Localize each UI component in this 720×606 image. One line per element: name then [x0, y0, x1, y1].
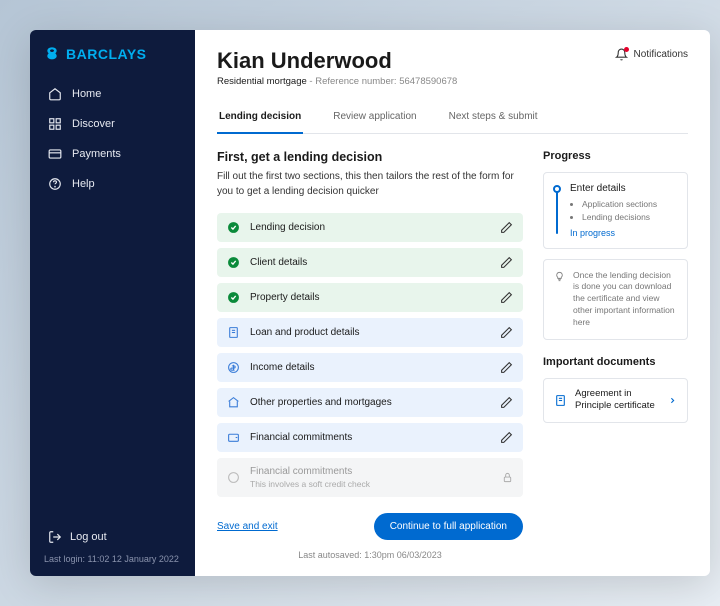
lock-icon: [502, 472, 513, 483]
progress-status: In progress: [570, 228, 677, 238]
pencil-icon: [500, 431, 513, 444]
notifications-label: Notifications: [634, 49, 688, 60]
ref-number: 56478590678: [399, 76, 457, 87]
home-icon: [48, 87, 62, 101]
item-label: Client details: [250, 257, 500, 268]
help-icon: [48, 177, 62, 191]
nav-label: Payments: [72, 148, 121, 160]
logout-button[interactable]: Log out: [44, 524, 181, 550]
applicant-name: Kian Underwood: [217, 48, 457, 74]
autosave-text: Last autosaved: 1:30pm 06/03/2023: [217, 550, 523, 560]
pencil-icon: [500, 291, 513, 304]
pencil-icon: [500, 256, 513, 269]
check-circle-icon: [227, 221, 240, 234]
checklist-item-other-properties[interactable]: Other properties and mortgages: [217, 388, 523, 417]
circle-icon: [227, 471, 240, 484]
tab-lending-decision[interactable]: Lending decision: [217, 103, 303, 134]
nav-discover[interactable]: Discover: [44, 110, 181, 138]
item-label: Other properties and mortgages: [250, 397, 500, 408]
progress-step: Enter details: [570, 183, 677, 194]
checklist-item-lending[interactable]: Lending decision: [217, 213, 523, 242]
product-subline: Residential mortgage - Reference number:…: [217, 76, 457, 87]
progress-title: Progress: [543, 150, 688, 162]
grid-icon: [48, 117, 62, 131]
continue-button[interactable]: Continue to full application: [374, 513, 523, 540]
primary-nav: Home Discover Payments Help: [44, 80, 181, 198]
ref-prefix: - Reference number:: [307, 76, 399, 87]
check-circle-icon: [227, 291, 240, 304]
house-icon: [227, 396, 240, 409]
sidebar: BARCLAYS Home Discover Payments Help L: [30, 30, 195, 576]
progress-bullet: Lending decisions: [582, 211, 677, 224]
pencil-icon: [500, 326, 513, 339]
hint-panel: Once the lending decision is done you ca…: [543, 259, 688, 340]
product-type: Residential mortgage: [217, 76, 307, 87]
tabs: Lending decision Review application Next…: [217, 103, 688, 134]
checklist-item-property[interactable]: Property details: [217, 283, 523, 312]
nav-label: Help: [72, 178, 95, 190]
last-login-text: Last login: 11:02 12 January 2022: [44, 554, 181, 564]
money-icon: [227, 361, 240, 374]
logout-label: Log out: [70, 531, 107, 543]
save-and-exit-link[interactable]: Save and exit: [217, 521, 278, 532]
eagle-icon: [44, 46, 60, 62]
brand-logo: BARCLAYS: [44, 46, 181, 62]
section-desc: Fill out the first two sections, this th…: [217, 170, 523, 199]
doc-item-aip[interactable]: Agreement in Principle certificate: [543, 378, 688, 423]
main-content: Kian Underwood Residential mortgage - Re…: [195, 30, 710, 576]
nav-label: Discover: [72, 118, 115, 130]
progress-panel: Enter details Application sections Lendi…: [543, 172, 688, 249]
nav-label: Home: [72, 88, 101, 100]
progress-bullet: Application sections: [582, 198, 677, 211]
notifications-button[interactable]: Notifications: [615, 48, 688, 61]
item-label: Income details: [250, 362, 500, 373]
bell-icon: [615, 48, 628, 61]
wallet-icon: [227, 431, 240, 444]
pencil-icon: [500, 221, 513, 234]
item-label: Financial commitments: [250, 432, 500, 443]
item-label: Property details: [250, 292, 500, 303]
checklist-item-client[interactable]: Client details: [217, 248, 523, 277]
nav-payments[interactable]: Payments: [44, 140, 181, 168]
checklist-item-financial[interactable]: Financial commitments: [217, 423, 523, 452]
lightbulb-icon: [554, 271, 565, 282]
item-label: Loan and product details: [250, 327, 500, 338]
nav-home[interactable]: Home: [44, 80, 181, 108]
docs-title: Important documents: [543, 356, 688, 368]
certificate-icon: [554, 394, 567, 407]
chevron-right-icon: [668, 396, 677, 405]
nav-help[interactable]: Help: [44, 170, 181, 198]
tab-next-steps[interactable]: Next steps & submit: [447, 103, 540, 134]
checklist-item-income[interactable]: Income details: [217, 353, 523, 382]
check-circle-icon: [227, 256, 240, 269]
item-label: Financial commitments: [250, 466, 502, 477]
doc-label: Agreement in Principle certificate: [575, 388, 660, 413]
tab-review-application[interactable]: Review application: [331, 103, 418, 134]
pencil-icon: [500, 396, 513, 409]
logout-icon: [48, 530, 62, 544]
document-icon: [227, 326, 240, 339]
card-icon: [48, 147, 62, 161]
item-sublabel: This involves a soft credit check: [250, 479, 502, 489]
section-title: First, get a lending decision: [217, 150, 523, 164]
brand-text: BARCLAYS: [66, 46, 147, 62]
hint-text: Once the lending decision is done you ca…: [573, 270, 677, 329]
checklist: Lending decision Client details Property…: [217, 213, 523, 497]
checklist-item-locked: Financial commitments This involves a so…: [217, 458, 523, 497]
checklist-item-loan[interactable]: Loan and product details: [217, 318, 523, 347]
pencil-icon: [500, 361, 513, 374]
item-label: Lending decision: [250, 222, 500, 233]
